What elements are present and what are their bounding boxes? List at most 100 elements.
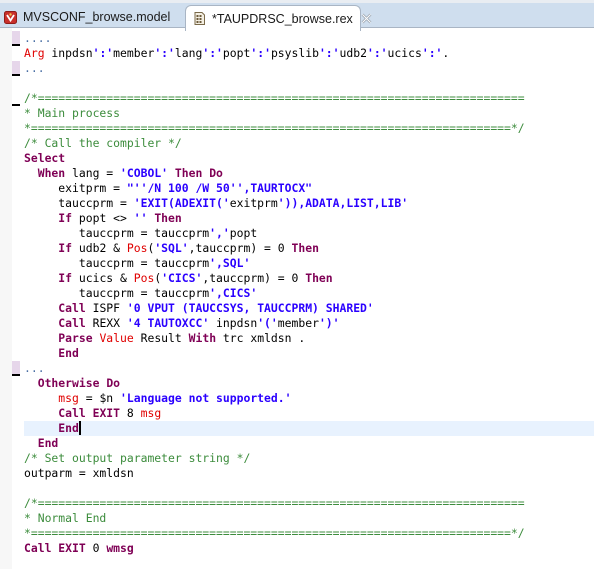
- code-line-text[interactable]: * Main process: [24, 106, 594, 121]
- code-line-text[interactable]: End: [24, 346, 594, 361]
- code-line-text[interactable]: If ucics & Pos('CICS',tauccprm) = 0 Then: [24, 271, 594, 286]
- code-line[interactable]: tauccprm = tauccprm',CICS': [0, 286, 594, 301]
- code-line[interactable]: *=======================================…: [0, 121, 594, 136]
- code-line-text[interactable]: exitprm = "''/N 100 /W 50'',TAURTOCX": [24, 181, 594, 196]
- code-line-text[interactable]: If udb2 & Pos('SQL',tauccprm) = 0 Then: [24, 241, 594, 256]
- code-line-text[interactable]: tauccprm = tauccprm','popt: [24, 226, 594, 241]
- code-token: Result: [133, 331, 189, 345]
- code-token: ISPF: [85, 301, 127, 315]
- code-line-text[interactable]: End: [24, 421, 594, 436]
- code-line-text[interactable]: Parse Value Result With trc xmldsn .: [24, 331, 594, 346]
- code-token: inpdsn: [209, 316, 258, 330]
- code-line[interactable]: Call EXIT 0 wmsg: [0, 541, 594, 556]
- fold-toggle-collapsed-icon[interactable]: [12, 31, 20, 44]
- code-line-text[interactable]: [24, 76, 594, 91]
- code-token: EXIT: [92, 406, 121, 420]
- code-line-text[interactable]: * Normal End: [24, 511, 594, 526]
- code-line-text[interactable]: tauccprm = 'EXIT(ADEXIT('exitprm')),ADAT…: [24, 196, 594, 211]
- code-line[interactable]: ....: [0, 31, 594, 46]
- code-line[interactable]: outparm = xmldsn: [0, 466, 594, 481]
- code-line-text[interactable]: outparm = xmldsn: [24, 466, 594, 481]
- code-line-text[interactable]: Otherwise Do: [24, 376, 594, 391]
- code-editor[interactable]: .... Arg inpdsn':'member':'lang':'popt':'…: [0, 31, 594, 569]
- code-line-text[interactable]: Call EXIT 8 msg: [24, 406, 594, 421]
- tab-taupdrsc-rex[interactable]: *TAUPDRSC_browse.rex: [185, 5, 372, 31]
- code-line-text[interactable]: tauccprm = tauccprm',SQL': [24, 256, 594, 271]
- code-line[interactable]: /* Call the compiler */: [0, 136, 594, 151]
- code-line-text[interactable]: ....: [24, 31, 594, 46]
- folded-code-ellipsis[interactable]: ....: [24, 31, 51, 45]
- code-token: 'SQL': [154, 241, 189, 255]
- code-token: ':': [250, 46, 271, 60]
- code-token: ':': [154, 46, 175, 60]
- code-line[interactable]: Select: [0, 151, 594, 166]
- code-line-text[interactable]: If popt <> '' Then: [24, 211, 594, 226]
- code-line-text[interactable]: tauccprm = tauccprm',CICS': [24, 286, 594, 301]
- code-line[interactable]: Call EXIT 8 msg: [0, 406, 594, 421]
- code-line[interactable]: exitprm = "''/N 100 /W 50'',TAURTOCX": [0, 181, 594, 196]
- code-token: Call: [58, 316, 86, 330]
- code-line-text[interactable]: Arg inpdsn':'member':'lang':'popt':'psys…: [24, 46, 594, 61]
- code-line[interactable]: Call REXX '4 TAUTOXCC' inpdsn'('member')…: [0, 316, 594, 331]
- code-line-text[interactable]: Call REXX '4 TAUTOXCC' inpdsn'('member')…: [24, 316, 594, 331]
- code-line[interactable]: ...: [0, 361, 594, 376]
- code-line[interactable]: If ucics & Pos('CICS',tauccprm) = 0 Then: [0, 271, 594, 286]
- folded-code-ellipsis[interactable]: ...: [24, 61, 45, 75]
- code-line[interactable]: /*======================================…: [0, 91, 594, 106]
- code-token: ,tauccprm) = 0: [202, 271, 306, 285]
- code-token: outparm = xmldsn: [24, 466, 134, 480]
- code-line[interactable]: [0, 76, 594, 91]
- code-line[interactable]: tauccprm = tauccprm',SQL': [0, 256, 594, 271]
- code-line[interactable]: End: [0, 436, 594, 451]
- code-line[interactable]: End: [0, 346, 594, 361]
- code-line[interactable]: tauccprm = tauccprm','popt: [0, 226, 594, 241]
- code-line-text[interactable]: [24, 481, 594, 496]
- code-line-text[interactable]: /*======================================…: [24, 496, 594, 511]
- code-line-text[interactable]: *=======================================…: [24, 526, 594, 541]
- code-line-text[interactable]: /*======================================…: [24, 91, 594, 106]
- code-token: Call: [58, 301, 86, 315]
- code-token: If: [58, 271, 73, 285]
- code-line[interactable]: [0, 481, 594, 496]
- code-line-text[interactable]: When lang = 'COBOL' Then Do: [24, 166, 594, 181]
- folded-code-ellipsis[interactable]: ...: [24, 361, 45, 375]
- code-line[interactable]: * Main process: [0, 106, 594, 121]
- code-line-text[interactable]: /* Set output parameter string */: [24, 451, 594, 466]
- code-token: Then: [305, 271, 333, 285]
- code-token: End: [58, 346, 79, 360]
- tab-mvsconf-model[interactable]: MVSCONF_browse.model: [4, 5, 170, 29]
- code-line[interactable]: If popt <> '' Then: [0, 211, 594, 226]
- code-line[interactable]: When lang = 'COBOL' Then Do: [0, 166, 594, 181]
- editor-tab-bar: MVSCONF_browse.model *TAUPDRSC_browse.re…: [0, 0, 594, 31]
- code-line-text[interactable]: ...: [24, 361, 594, 376]
- code-line[interactable]: If udb2 & Pos('SQL',tauccprm) = 0 Then: [0, 241, 594, 256]
- code-token: End: [58, 421, 79, 435]
- code-line[interactable]: *=======================================…: [0, 526, 594, 541]
- code-line-text[interactable]: /* Call the compiler */: [24, 136, 594, 151]
- code-line-text[interactable]: msg = $n 'Language not supported.': [24, 391, 594, 406]
- code-line-text[interactable]: *=======================================…: [24, 121, 594, 136]
- code-line-text[interactable]: Call EXIT 0 wmsg: [24, 541, 594, 556]
- code-line[interactable]: tauccprm = 'EXIT(ADEXIT('exitprm')),ADAT…: [0, 196, 594, 211]
- code-line-current[interactable]: End: [0, 421, 594, 436]
- code-line-text[interactable]: End: [24, 436, 594, 451]
- code-line[interactable]: Call ISPF '0 VPUT (TAUCCSYS, TAUCCPRM) S…: [0, 301, 594, 316]
- code-line[interactable]: ...: [0, 61, 594, 76]
- fold-toggle-collapsed-icon[interactable]: [12, 61, 20, 74]
- code-line[interactable]: Arg inpdsn':'member':'lang':'popt':'psys…: [0, 46, 594, 61]
- code-token: 8: [120, 406, 141, 420]
- close-tab-icon[interactable]: [361, 13, 372, 24]
- code-line[interactable]: Parse Value Result With trc xmldsn .: [0, 331, 594, 346]
- code-line[interactable]: /*======================================…: [0, 496, 594, 511]
- code-line[interactable]: * Normal End: [0, 511, 594, 526]
- code-line-text[interactable]: ...: [24, 61, 594, 76]
- code-line[interactable]: msg = $n 'Language not supported.': [0, 391, 594, 406]
- code-line[interactable]: /* Set output parameter string */: [0, 451, 594, 466]
- code-line[interactable]: Otherwise Do: [0, 376, 594, 391]
- fold-toggle-collapsed-icon[interactable]: [12, 361, 20, 374]
- code-line-text[interactable]: Select: [24, 151, 594, 166]
- code-token: ',SQL': [209, 256, 251, 270]
- code-line-text[interactable]: Call ISPF '0 VPUT (TAUCCSYS, TAUCCPRM) S…: [24, 301, 594, 316]
